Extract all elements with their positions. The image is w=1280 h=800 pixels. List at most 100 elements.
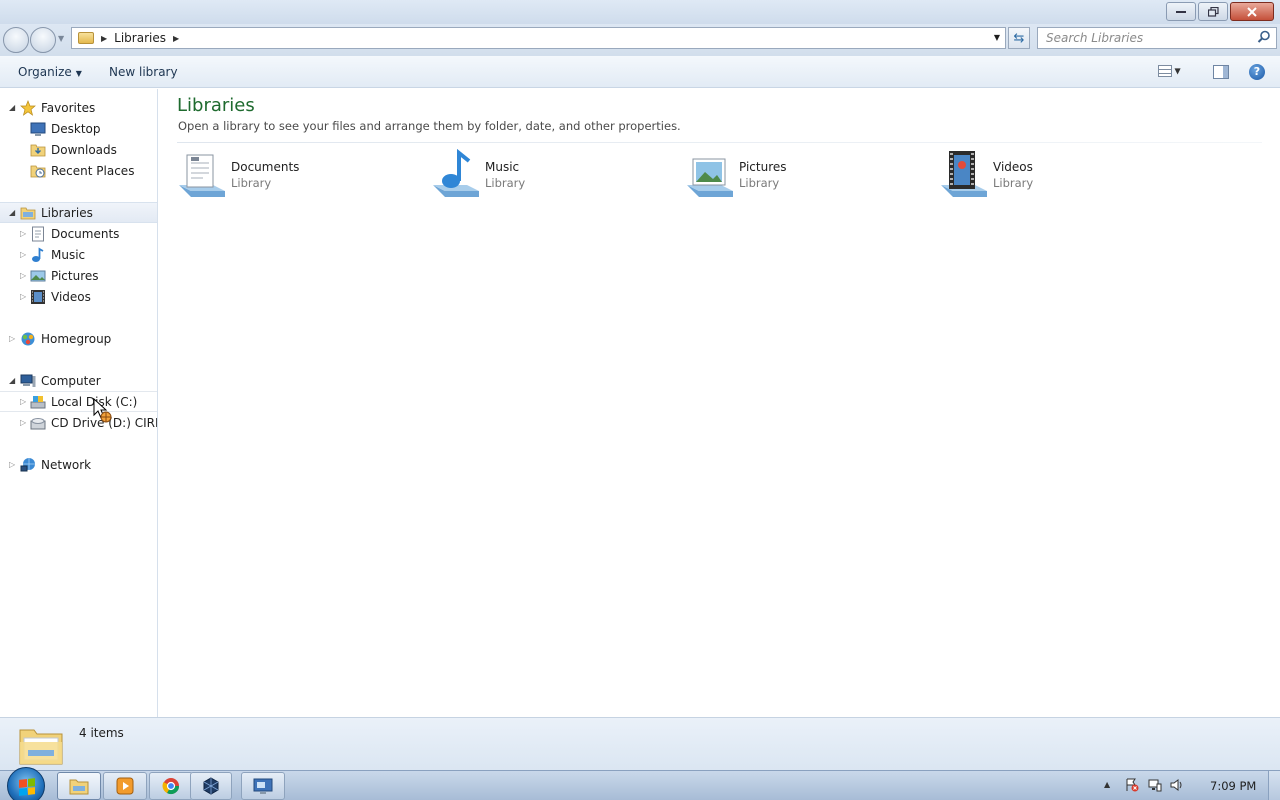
command-bar: Organize ▼ New library ▼: [0, 56, 1280, 88]
address-bar[interactable]: ▶ Libraries ▶ ▼: [71, 27, 1006, 49]
collapsed-arrow-icon[interactable]: ▷: [20, 250, 26, 259]
search-icon[interactable]: [1257, 30, 1271, 44]
search-input[interactable]: [1038, 28, 1248, 48]
sidebar-item-label: Homegroup: [41, 331, 112, 346]
new-library-button[interactable]: New library: [109, 65, 178, 79]
star-icon: [20, 99, 36, 116]
homegroup-icon: [21, 332, 35, 345]
sidebar-item-documents[interactable]: ▷ Documents: [0, 223, 157, 244]
library-name: Pictures: [739, 160, 787, 174]
restore-button[interactable]: [1198, 2, 1228, 21]
help-icon[interactable]: ?: [1249, 64, 1265, 80]
navigation-pane: ◢ Favorites Desktop Downloads Recent Pla…: [0, 89, 158, 717]
action-center-flag-icon[interactable]: [1125, 778, 1139, 792]
collapsed-arrow-icon[interactable]: ▷: [20, 397, 26, 406]
search-box[interactable]: [1037, 27, 1277, 49]
pictures-icon: [30, 270, 46, 281]
sidebar-item-network[interactable]: ▷ Network: [0, 454, 157, 475]
sidebar-item-label: Music: [51, 247, 86, 262]
expanded-arrow-icon[interactable]: ◢: [9, 103, 15, 112]
documents-icon: [32, 226, 44, 241]
local-disk-icon: [30, 395, 46, 408]
sidebar-item-recent-places[interactable]: Recent Places: [0, 160, 157, 181]
address-dropdown-icon[interactable]: ▼: [994, 33, 1000, 42]
clock[interactable]: 7:09 PM: [1210, 779, 1256, 793]
sidebar-item-local-disk[interactable]: ▷ Local Disk (C:): [0, 391, 157, 412]
sidebar-item-label: Documents: [51, 226, 120, 241]
close-icon: [1247, 6, 1257, 17]
library-tile-videos[interactable]: Videos Library: [939, 149, 1189, 201]
sidebar-item-label: Network: [41, 457, 92, 472]
sidebar-item-label: Computer: [41, 373, 101, 388]
organize-button[interactable]: Organize ▼: [18, 65, 82, 79]
sidebar-item-computer[interactable]: ◢ Computer: [0, 370, 157, 391]
library-name: Documents: [231, 160, 300, 174]
back-button[interactable]: [3, 27, 29, 53]
forward-button[interactable]: [30, 27, 56, 53]
organize-label: Organize: [18, 65, 72, 79]
sidebar-item-videos[interactable]: ▷ Videos: [0, 286, 157, 307]
taskbar-remote-desktop-button[interactable]: [241, 772, 285, 800]
change-view-button[interactable]: ▼: [1158, 65, 1192, 79]
breadcrumb-separator-icon[interactable]: ▶: [173, 34, 179, 43]
close-button[interactable]: [1230, 2, 1274, 21]
sidebar-item-label: Desktop: [51, 121, 101, 136]
library-name: Videos: [993, 160, 1033, 174]
expanded-arrow-icon[interactable]: ◢: [9, 376, 15, 385]
collapsed-arrow-icon[interactable]: ▷: [20, 292, 26, 301]
sidebar-item-pictures[interactable]: ▷ Pictures: [0, 265, 157, 286]
taskbar-chrome-button[interactable]: [149, 772, 193, 800]
preview-pane-icon[interactable]: [1213, 65, 1229, 79]
library-tile-documents[interactable]: Documents Library: [177, 149, 427, 201]
sidebar-item-libraries[interactable]: ◢ Libraries: [0, 202, 157, 223]
show-hidden-icons-icon[interactable]: ▲: [1104, 780, 1110, 789]
taskbar-explorer-button[interactable]: [57, 772, 101, 800]
breadcrumb-separator-icon[interactable]: ▶: [101, 34, 107, 43]
sidebar-item-desktop[interactable]: Desktop: [0, 118, 157, 139]
sidebar-item-label: Favorites: [41, 100, 96, 115]
library-tile-music[interactable]: Music Library: [431, 149, 681, 201]
taskbar-media-player-button[interactable]: [103, 772, 147, 800]
sidebar-item-label: Recent Places: [51, 163, 135, 178]
chrome-icon: [162, 778, 180, 795]
divider: [177, 142, 1262, 143]
sidebar-item-label: Pictures: [51, 268, 99, 283]
libraries-folder-icon: [78, 32, 94, 44]
library-type: Library: [231, 176, 272, 190]
sidebar-item-cd-drive[interactable]: ▷ CD Drive (D:) CIRRUS: [0, 412, 157, 433]
sidebar-item-label: Libraries: [41, 205, 93, 220]
library-tile-pictures[interactable]: Pictures Library: [685, 149, 935, 201]
collapsed-arrow-icon[interactable]: ▷: [9, 334, 15, 343]
taskbar: ▲ 7:09 PM: [0, 767, 1280, 800]
collapsed-arrow-icon[interactable]: ▷: [9, 460, 15, 469]
recent-pages-dropdown-icon[interactable]: ▼: [58, 34, 64, 43]
documents-library-icon: [179, 154, 225, 197]
music-note-icon: [32, 246, 44, 262]
refresh-button[interactable]: ⇆: [1008, 27, 1030, 49]
pictures-library-icon: [687, 158, 733, 197]
collapsed-arrow-icon[interactable]: ▷: [20, 229, 26, 238]
collapsed-arrow-icon[interactable]: ▷: [20, 418, 26, 427]
details-pane: 4 items: [0, 717, 1280, 770]
system-tray: ▲ 7:09 PM: [1100, 771, 1280, 800]
library-name: Music: [485, 160, 520, 174]
sidebar-item-music[interactable]: ▷ Music: [0, 244, 157, 265]
start-button[interactable]: [7, 767, 45, 800]
library-type: Library: [739, 176, 780, 190]
network-icon: [20, 457, 35, 471]
breadcrumb-libraries[interactable]: Libraries: [114, 31, 166, 45]
expanded-arrow-icon[interactable]: ◢: [9, 208, 15, 217]
volume-icon[interactable]: [1170, 778, 1184, 792]
collapsed-arrow-icon[interactable]: ▷: [20, 271, 26, 280]
virtualbox-icon: [203, 777, 219, 795]
minimize-button[interactable]: [1166, 2, 1196, 21]
film-icon: [31, 289, 45, 304]
show-desktop-button[interactable]: [1268, 771, 1280, 800]
sidebar-item-downloads[interactable]: Downloads: [0, 139, 157, 160]
music-library-icon: [433, 149, 479, 197]
recent-places-icon: [30, 165, 46, 177]
network-status-icon[interactable]: [1148, 778, 1162, 792]
sidebar-item-homegroup[interactable]: ▷ Homegroup: [0, 328, 157, 349]
sidebar-item-favorites[interactable]: ◢ Favorites: [0, 97, 157, 118]
taskbar-virtualbox-button[interactable]: [190, 772, 232, 800]
